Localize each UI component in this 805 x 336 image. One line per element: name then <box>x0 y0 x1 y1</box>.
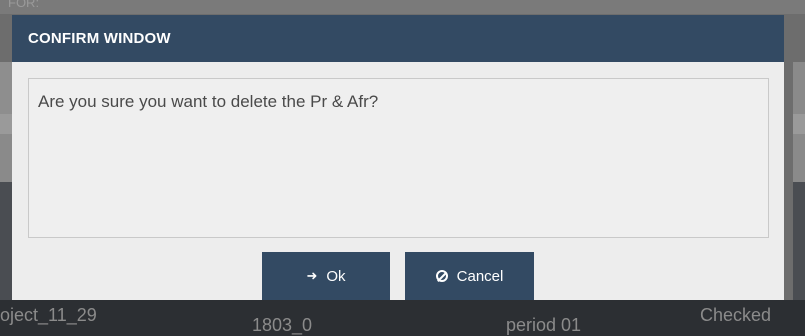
background-header-text: FOR: <box>0 0 805 14</box>
background-cell: period 01 <box>506 315 582 335</box>
ok-button[interactable]: ➜ Ok <box>262 252 390 300</box>
ok-button-label: Ok <box>326 267 346 285</box>
background-table-row: oject_11_29 1803_0 period 01 Checked <box>0 300 805 336</box>
ban-icon <box>435 270 448 282</box>
background-cell: Checked <box>700 305 772 325</box>
background-left-edge <box>0 62 12 300</box>
background-cell: 1803_0 <box>252 315 313 335</box>
confirm-dialog: CONFIRM WINDOW Are you sure you want to … <box>12 15 784 300</box>
dialog-title: CONFIRM WINDOW <box>12 15 784 62</box>
cancel-button-label: Cancel <box>456 267 504 285</box>
background-right-edge <box>793 62 805 300</box>
dialog-message: Are you sure you want to delete the Pr &… <box>38 92 379 111</box>
cancel-button[interactable]: Cancel <box>405 252 534 300</box>
sign-in-icon: ➜ <box>306 268 318 283</box>
background-cell: oject_11_29 <box>0 305 97 325</box>
dialog-message-box: Are you sure you want to delete the Pr &… <box>28 78 769 238</box>
dialog-footer: ➜ Ok Cancel <box>12 252 784 301</box>
